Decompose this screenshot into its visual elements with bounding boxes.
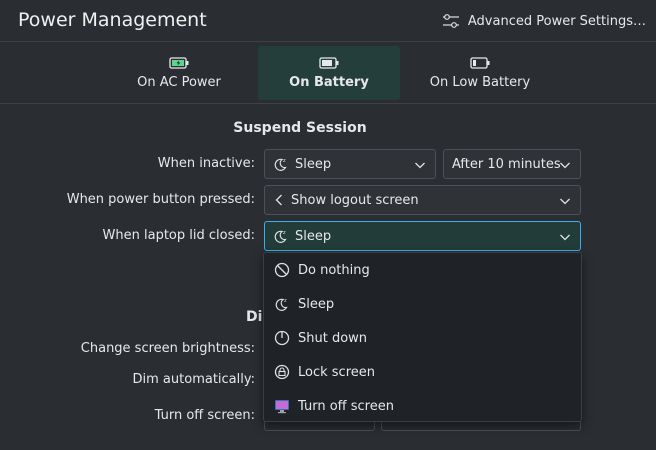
advanced-power-settings-label: Advanced Power Settings… [467, 13, 646, 29]
chevron-left-icon [273, 193, 285, 207]
monitor-icon [274, 398, 290, 414]
menu-item-shut-down[interactable]: Shut down [264, 321, 581, 355]
lid-closed-value: Sleep [295, 228, 332, 244]
menu-item-label: Turn off screen [298, 398, 394, 414]
power-profile-tabs: On AC Power On Battery On Low Battery [0, 42, 656, 104]
menu-item-turn-off-screen[interactable]: Turn off screen [264, 389, 581, 423]
brightness-label: Change screen brightness: [80, 341, 255, 356]
tab-on-battery[interactable]: On Battery [258, 46, 400, 100]
menu-item-label: Do nothing [298, 262, 370, 278]
dim-automatically-label: Dim automatically: [132, 372, 255, 387]
svg-text:z: z [283, 158, 286, 164]
chevron-down-icon [414, 159, 426, 171]
tab-low-battery[interactable]: On Low Battery [409, 46, 551, 100]
battery-low-icon [470, 56, 490, 69]
menu-item-lock-screen[interactable]: Lock screen [264, 355, 581, 389]
when-inactive-value: Sleep [295, 156, 332, 172]
chevron-down-icon [559, 231, 571, 243]
tab-ac-power[interactable]: On AC Power [108, 46, 250, 100]
tab-on-battery-label: On Battery [289, 74, 369, 90]
power-button-label: When power button pressed: [66, 192, 255, 207]
inactive-delay-value: After 10 minutes [452, 156, 561, 172]
lock-icon [274, 364, 290, 380]
battery-charging-icon [169, 56, 189, 69]
sleep-icon: z [273, 228, 289, 244]
menu-item-do-nothing[interactable]: Do nothing [264, 253, 581, 287]
display-section-title: Di [246, 309, 263, 325]
menu-item-label: Shut down [298, 330, 368, 346]
power-button-combobox[interactable]: Show logout screen [264, 185, 581, 215]
power-icon [274, 330, 290, 346]
menu-item-sleep[interactable]: z Sleep [264, 287, 581, 321]
power-button-value: Show logout screen [291, 192, 419, 208]
svg-text:z: z [283, 230, 286, 236]
turn-off-screen-label: Turn off screen: [154, 408, 255, 423]
inactive-delay-combobox[interactable]: After 10 minutes [443, 149, 581, 179]
menu-item-label: Sleep [298, 296, 335, 312]
chevron-down-icon [559, 159, 571, 171]
settings-sliders-icon [442, 13, 460, 29]
lid-closed-label: When laptop lid closed: [102, 228, 255, 243]
when-inactive-combobox[interactable]: z Sleep [264, 149, 436, 179]
battery-icon [319, 56, 339, 69]
sleep-icon: z [274, 296, 290, 312]
sleep-icon: z [273, 156, 289, 172]
tab-low-battery-label: On Low Battery [429, 74, 531, 90]
do-nothing-icon [274, 262, 290, 278]
suspend-section-title: Suspend Session [233, 120, 367, 136]
advanced-power-settings-button[interactable]: Advanced Power Settings… [442, 11, 646, 31]
menu-item-label: Lock screen [298, 364, 375, 380]
lid-action-dropdown-menu: Do nothing z Sleep Shut down Lock screen… [263, 252, 582, 422]
header-bar: Power Management Advanced Power Settings… [0, 0, 656, 42]
chevron-down-icon [559, 195, 571, 207]
lid-closed-combobox[interactable]: z Sleep [264, 221, 581, 251]
page-title: Power Management [18, 9, 207, 31]
tab-ac-power-label: On AC Power [137, 74, 221, 90]
when-inactive-label: When inactive: [157, 156, 255, 171]
svg-text:z: z [284, 298, 287, 304]
